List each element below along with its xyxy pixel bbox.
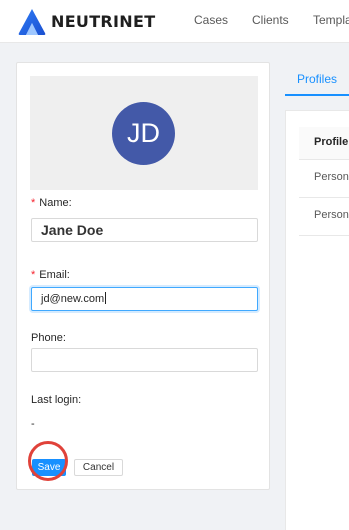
- last-login-value: -: [31, 418, 35, 430]
- app-root: NEUTRINET Cases Clients Templa JD * Name:…: [0, 0, 349, 530]
- avatar-container: JD: [30, 76, 258, 190]
- table-row[interactable]: Person: [299, 159, 349, 198]
- row-cell: Person: [314, 171, 349, 183]
- nav-clients[interactable]: Clients: [252, 13, 289, 27]
- email-value: jd@new.com: [41, 293, 105, 305]
- profiles-tabs: Profiles: [285, 62, 349, 96]
- neutrinet-logo-icon[interactable]: [17, 8, 47, 36]
- tab-profiles[interactable]: Profiles: [297, 72, 337, 86]
- phone-label: Phone:: [31, 332, 66, 344]
- profile-edit-card: JD * Name: Jane Doe * Email: jd@new.com Ph…: [16, 62, 270, 490]
- last-login-label: Last login:: [31, 394, 82, 406]
- email-field[interactable]: jd@new.com: [31, 287, 258, 311]
- cancel-button[interactable]: Cancel: [74, 459, 123, 476]
- name-label: * Name:: [31, 197, 72, 209]
- name-field[interactable]: Jane Doe: [31, 218, 258, 242]
- text-caret: [105, 292, 107, 304]
- required-mark: *: [31, 197, 36, 209]
- email-label: * Email:: [31, 269, 70, 281]
- phone-field[interactable]: [31, 348, 258, 372]
- required-mark: *: [31, 269, 36, 281]
- top-header: NEUTRINET Cases Clients Templa: [0, 0, 349, 43]
- brand-name: NEUTRINET: [51, 12, 156, 31]
- row-cell: Person: [314, 209, 349, 221]
- column-header-profile[interactable]: Profile: [314, 136, 348, 148]
- nav-cases[interactable]: Cases: [194, 13, 228, 27]
- nav-templates[interactable]: Templa: [313, 13, 349, 27]
- table-header: Profile: [299, 127, 349, 160]
- profiles-table-panel: Profile Person Person: [285, 110, 349, 530]
- avatar[interactable]: JD: [112, 102, 175, 165]
- table-row[interactable]: Person: [299, 197, 349, 236]
- active-tab-indicator: [285, 94, 349, 96]
- save-button[interactable]: Save: [32, 459, 66, 476]
